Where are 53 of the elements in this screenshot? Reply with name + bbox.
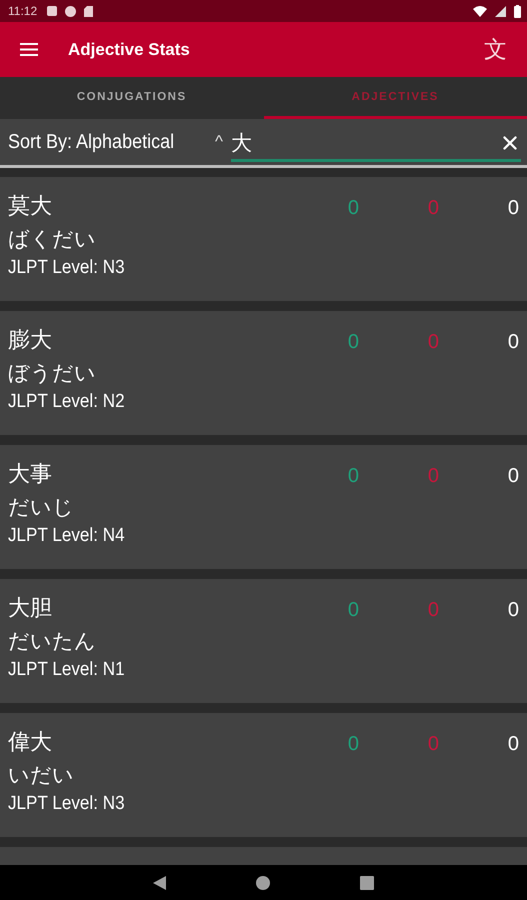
- correct-count: 0: [346, 197, 359, 221]
- tab[interactable]: CONJUGATIONS: [0, 77, 264, 119]
- adjective-card[interactable]: 莫大 ばくだい JLPT Level: N3 0 0 0: [0, 177, 527, 301]
- total-count: 0: [506, 599, 519, 623]
- total-count: 0: [506, 197, 519, 221]
- wrong-count: 0: [426, 733, 439, 757]
- correct-count: 0: [346, 733, 359, 757]
- language-button[interactable]: 文: [484, 34, 507, 65]
- adjective-card[interactable]: 偉大 いだい JLPT Level: N3 0 0 0: [0, 713, 527, 837]
- total-count: 0: [506, 331, 519, 355]
- wrong-count: 0: [426, 599, 439, 623]
- sort-order-button[interactable]: ^: [215, 132, 223, 152]
- jlpt-level: JLPT Level: N3: [8, 257, 126, 279]
- total-count: 0: [506, 733, 519, 757]
- battery-icon: [514, 4, 521, 18]
- search-input[interactable]: 大: [231, 130, 499, 154]
- jlpt-level: JLPT Level: N1: [8, 659, 126, 681]
- kanji-text: 大胆: [8, 595, 53, 623]
- wrong-count: 0: [426, 331, 439, 355]
- correct-count: 0: [346, 331, 359, 355]
- sd-card-icon: [84, 6, 94, 16]
- status-time: 11:12: [8, 4, 38, 18]
- app-title: Adjective Stats: [68, 40, 190, 60]
- wrong-count: 0: [426, 197, 439, 221]
- kanji-text: 偉大: [8, 729, 53, 757]
- reading-text: ばくだい: [8, 226, 97, 253]
- adjective-card[interactable]: 膨大 ぼうだい JLPT Level: N2 0 0 0: [0, 311, 527, 435]
- recents-icon[interactable]: [360, 876, 374, 890]
- jlpt-level: JLPT Level: N2: [8, 391, 126, 413]
- correct-count: 0: [346, 465, 359, 489]
- sort-label[interactable]: Sort By: Alphabetical: [8, 130, 186, 154]
- reading-text: だいたん: [8, 628, 97, 655]
- adjective-card[interactable]: 大事 だいじ JLPT Level: N4 0 0 0: [0, 445, 527, 569]
- jlpt-level: JLPT Level: N3: [8, 793, 126, 815]
- signal-icon: [495, 6, 506, 16]
- adjective-card[interactable]: 大胆 だいたん JLPT Level: N1 0 0 0: [0, 579, 527, 703]
- wifi-icon: [473, 6, 487, 16]
- notification-icon: [47, 6, 58, 16]
- menu-icon[interactable]: [20, 43, 38, 56]
- kanji-text: 膨大: [8, 327, 53, 355]
- kanji-text: 莫大: [8, 193, 53, 221]
- reading-text: だいじ: [8, 494, 75, 521]
- kanji-text: 大事: [8, 461, 53, 489]
- notification-icon: [65, 6, 76, 16]
- correct-count: 0: [346, 599, 359, 623]
- reading-text: ぼうだい: [8, 360, 97, 387]
- back-icon[interactable]: [153, 876, 166, 890]
- wrong-count: 0: [426, 465, 439, 489]
- reading-text: いだい: [8, 762, 75, 789]
- search-field[interactable]: 大: [231, 126, 521, 162]
- jlpt-level: JLPT Level: N4: [8, 525, 126, 547]
- home-icon[interactable]: [256, 876, 270, 890]
- total-count: 0: [506, 465, 519, 489]
